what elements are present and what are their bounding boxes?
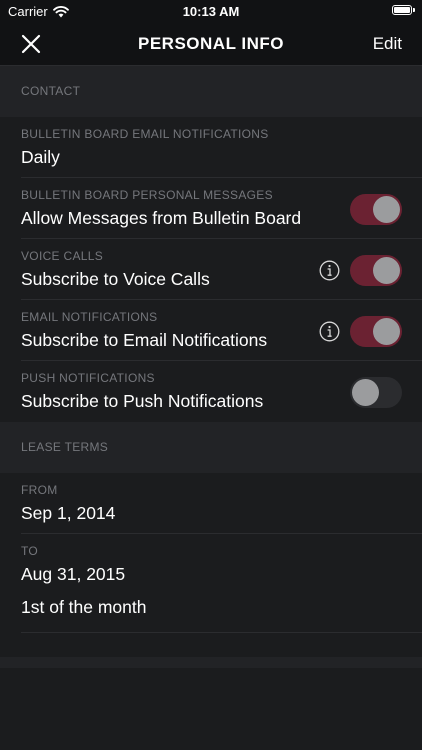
lease-terms-group: FROM Sep 1, 2014 TO Aug 31, 2015 1st of …	[0, 473, 422, 657]
status-time: 10:13 AM	[182, 4, 240, 19]
push-notifications-toggle[interactable]	[350, 377, 402, 408]
edit-button[interactable]: Edit	[373, 34, 402, 54]
toggle-knob	[373, 196, 400, 223]
row-label: VOICE CALLS	[21, 249, 103, 263]
row-value: Subscribe to Voice Calls	[21, 269, 210, 289]
section-header-label: LEASE TERMS	[21, 440, 109, 454]
info-icon[interactable]	[319, 260, 340, 281]
divider	[21, 632, 422, 633]
toggle-knob	[373, 257, 400, 284]
row-label: EMAIL NOTIFICATIONS	[21, 310, 158, 324]
row-voice-calls: VOICE CALLS Subscribe to Voice Calls	[0, 239, 422, 300]
toggle-knob	[352, 379, 379, 406]
page-title: PERSONAL INFO	[138, 34, 284, 53]
info-icon[interactable]	[319, 321, 340, 342]
status-bar: Carrier 10:13 AM	[0, 0, 422, 24]
row-label: FROM	[21, 483, 58, 497]
nav-bar: PERSONAL INFO Edit	[0, 24, 422, 66]
contact-group: BULLETIN BOARD EMAIL NOTIFICATIONS Daily…	[0, 117, 422, 422]
row-bulletin-messages: BULLETIN BOARD PERSONAL MESSAGES Allow M…	[0, 178, 422, 239]
battery-icon	[392, 5, 415, 15]
row-lease-from: FROM Sep 1, 2014	[0, 473, 422, 534]
row-value: 1st of the month	[21, 597, 147, 617]
row-label: PUSH NOTIFICATIONS	[21, 371, 155, 385]
row-email-notifications: EMAIL NOTIFICATIONS Subscribe to Email N…	[0, 300, 422, 361]
row-value: Aug 31, 2015	[21, 564, 126, 584]
section-header-contact: CONTACT	[0, 66, 422, 117]
row-label: BULLETIN BOARD PERSONAL MESSAGES	[21, 188, 273, 202]
section-header-label: CONTACT	[21, 84, 81, 98]
bulletin-messages-toggle[interactable]	[350, 194, 402, 225]
row-value: Daily	[21, 147, 60, 167]
content: CONTACT BULLETIN BOARD EMAIL NOTIFICATIO…	[0, 66, 422, 750]
section-footer	[0, 657, 422, 668]
row-lease-to: TO Aug 31, 2015	[0, 534, 422, 595]
row-value: Subscribe to Push Notifications	[21, 391, 264, 411]
email-notifications-toggle[interactable]	[350, 316, 402, 347]
row-label: TO	[21, 544, 39, 558]
section-header-lease-terms: LEASE TERMS	[0, 422, 422, 473]
row-label: BULLETIN BOARD EMAIL NOTIFICATIONS	[21, 127, 269, 141]
row-rent-due: 1st of the month	[0, 595, 422, 633]
voice-calls-toggle[interactable]	[350, 255, 402, 286]
screen: Carrier 10:13 AM PERSONAL INFO Edit CONT…	[0, 0, 422, 750]
row-value: Sep 1, 2014	[21, 503, 116, 523]
row-value: Subscribe to Email Notifications	[21, 330, 268, 350]
row-value: Allow Messages from Bulletin Board	[21, 208, 302, 228]
row-push-notifications: PUSH NOTIFICATIONS Subscribe to Push Not…	[0, 361, 422, 422]
toggle-knob	[373, 318, 400, 345]
row-bulletin-email[interactable]: BULLETIN BOARD EMAIL NOTIFICATIONS Daily	[0, 117, 422, 178]
